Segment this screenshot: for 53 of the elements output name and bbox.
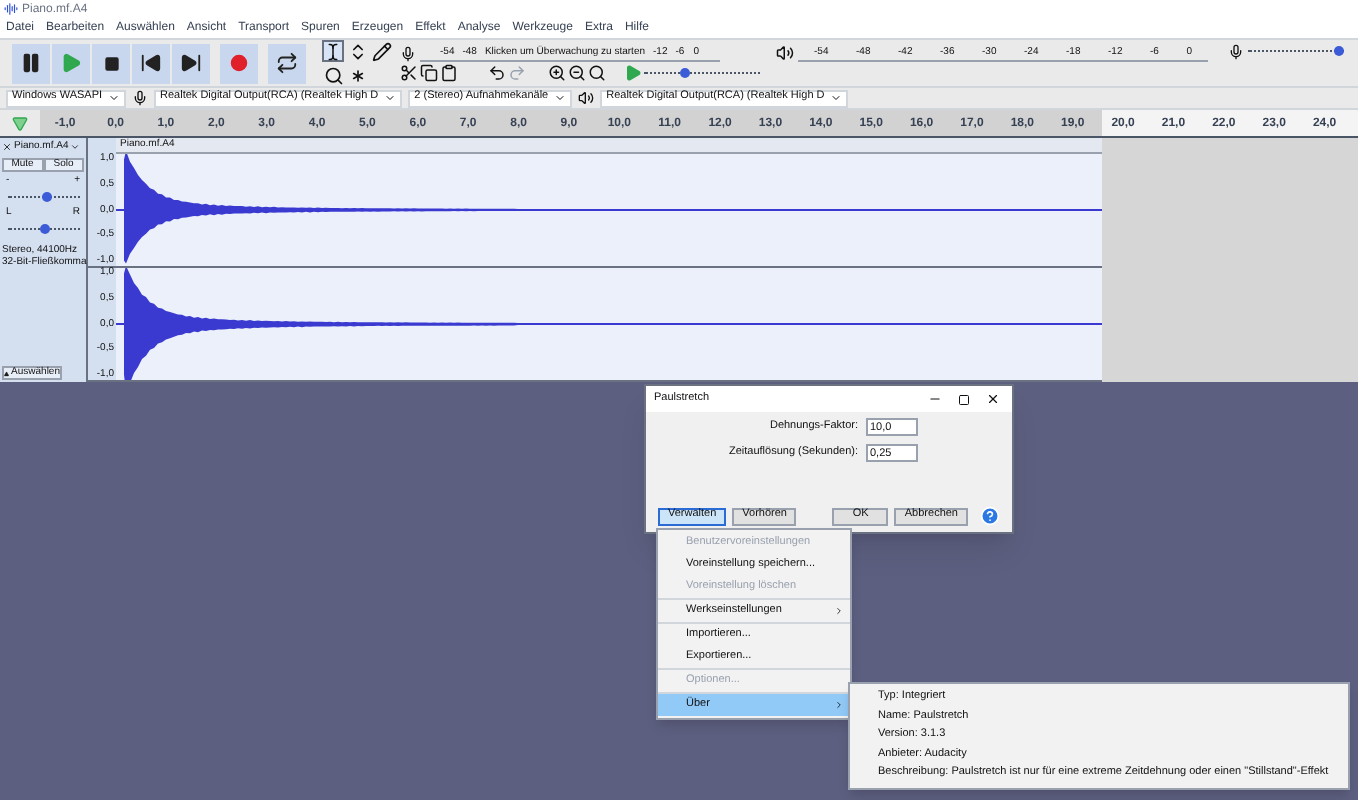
text-cursor-icon bbox=[324, 41, 342, 61]
slider-thumb[interactable] bbox=[1334, 46, 1345, 56]
gain-slider[interactable] bbox=[8, 190, 80, 204]
microphone-icon bbox=[132, 90, 149, 106]
undo-icon[interactable] bbox=[488, 64, 506, 82]
microphone-icon bbox=[1228, 44, 1244, 60]
close-icon[interactable] bbox=[986, 392, 1000, 406]
copy-icon[interactable] bbox=[420, 64, 438, 82]
chevron-down-icon[interactable] bbox=[70, 142, 81, 152]
play-head-icon[interactable] bbox=[12, 115, 28, 131]
zoom-out-icon[interactable] bbox=[568, 64, 586, 82]
chevron-down-icon bbox=[830, 92, 843, 104]
speaker-icon bbox=[776, 44, 794, 62]
clipboard-icon[interactable] bbox=[440, 64, 458, 82]
envelope-icon bbox=[347, 41, 367, 61]
slider-thumb[interactable] bbox=[679, 68, 690, 78]
minimize-icon[interactable] bbox=[928, 392, 942, 406]
chevron-down-icon bbox=[554, 92, 567, 104]
tool-button[interactable] bbox=[370, 40, 392, 62]
chevron-down-icon bbox=[384, 92, 397, 104]
play-icon bbox=[60, 52, 82, 74]
chevron-down-icon bbox=[108, 92, 121, 104]
loop-icon bbox=[276, 52, 298, 74]
microphone-icon bbox=[400, 45, 416, 61]
pan-slider[interactable] bbox=[8, 222, 80, 236]
skip-to-start-icon bbox=[140, 52, 162, 74]
transport-button[interactable] bbox=[268, 43, 306, 83]
zoom-icon[interactable] bbox=[588, 64, 606, 82]
pencil-icon bbox=[371, 41, 391, 61]
tool-button[interactable] bbox=[322, 40, 344, 62]
app-icon bbox=[4, 2, 18, 16]
zoom-in-icon[interactable] bbox=[548, 64, 566, 82]
transport-button[interactable] bbox=[12, 43, 50, 83]
skip-to-end-icon bbox=[180, 52, 202, 74]
zoom-icon bbox=[323, 65, 343, 85]
play-at-speed-icon[interactable] bbox=[624, 64, 642, 82]
scissors-icon[interactable] bbox=[400, 64, 418, 82]
recording-volume-slider[interactable] bbox=[1248, 44, 1344, 58]
speaker-icon bbox=[578, 90, 595, 106]
transport-button[interactable] bbox=[92, 43, 130, 83]
tool-button[interactable] bbox=[322, 64, 344, 86]
stop-icon bbox=[103, 55, 119, 71]
transport-button[interactable] bbox=[172, 43, 210, 83]
play-speed-slider[interactable] bbox=[644, 66, 760, 80]
slider-thumb[interactable] bbox=[39, 224, 49, 234]
slider-thumb[interactable] bbox=[42, 192, 53, 202]
record-icon bbox=[230, 54, 248, 72]
pause-icon bbox=[20, 52, 42, 74]
help-icon[interactable] bbox=[980, 506, 1000, 526]
triangle-icon bbox=[4, 369, 10, 377]
transport-button[interactable] bbox=[132, 43, 170, 83]
maximize-icon[interactable] bbox=[958, 393, 970, 405]
asterisk-icon bbox=[347, 65, 367, 85]
